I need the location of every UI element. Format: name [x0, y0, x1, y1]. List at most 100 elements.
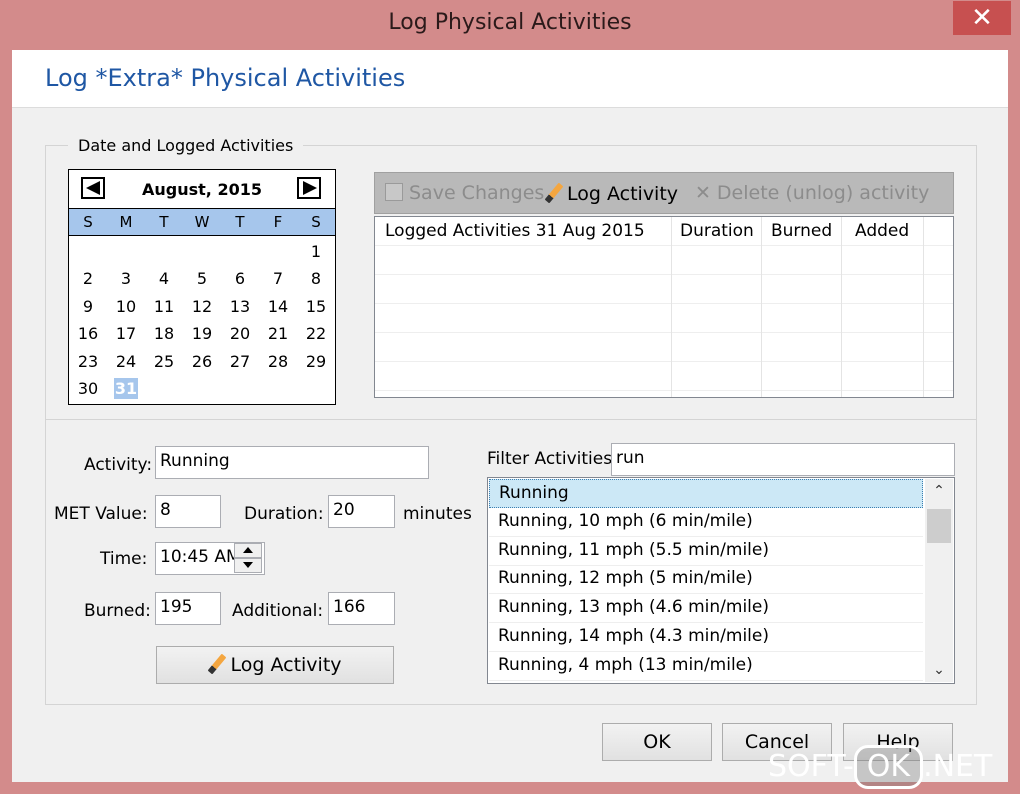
- column-header-duration[interactable]: Duration: [680, 221, 754, 241]
- scroll-up-icon[interactable]: ⌃: [925, 479, 953, 503]
- column-divider: [671, 217, 672, 397]
- previous-month-button[interactable]: [81, 177, 105, 199]
- additional-label: Additional:: [232, 601, 324, 621]
- next-month-button[interactable]: [297, 177, 321, 199]
- watermark-box: OK: [853, 745, 924, 789]
- weekday-header: S: [311, 213, 321, 231]
- month-calendar[interactable]: August, 2015 SMTWTFS 1 2 3 4 5 6 7 8 9 10 11 12 13 14…: [68, 169, 336, 405]
- log-activity-button-label: Log Activity: [230, 654, 342, 676]
- weekday-header: T: [159, 213, 169, 231]
- weekday-header: M: [119, 213, 133, 231]
- table-row: [375, 333, 953, 362]
- calendar-day[interactable]: 21: [259, 320, 297, 347]
- calendar-day[interactable]: 20: [221, 320, 259, 347]
- calendar-blank: [221, 238, 259, 265]
- delete-activity-button[interactable]: ✕ Delete (unlog) activity: [695, 182, 929, 204]
- list-item[interactable]: Running, 4 mph (13 min/mile): [489, 652, 923, 681]
- burned-label: Burned:: [84, 601, 151, 621]
- group-divider: [46, 419, 976, 420]
- met-value-field[interactable]: 8: [155, 495, 221, 528]
- group-legend: Date and Logged Activities: [68, 136, 304, 155]
- calendar-day[interactable]: 12: [183, 293, 221, 320]
- column-header-burned[interactable]: Burned: [771, 221, 832, 241]
- calendar-blank: [107, 238, 145, 265]
- calendar-day[interactable]: 11: [145, 293, 183, 320]
- duration-field[interactable]: 20: [328, 495, 395, 528]
- calendar-day[interactable]: 13: [221, 293, 259, 320]
- calendar-month-label[interactable]: August, 2015: [109, 180, 295, 199]
- calendar-day[interactable]: 26: [183, 348, 221, 375]
- list-item[interactable]: Running: [489, 479, 923, 508]
- calendar-day[interactable]: 17: [107, 320, 145, 347]
- list-item[interactable]: Running, 13 mph (4.6 min/mile): [489, 594, 923, 624]
- watermark-right: .NET: [923, 749, 993, 784]
- activities-toolbar: Save Changes Log Activity ✕ Delete (unlog…: [374, 172, 954, 214]
- calendar-day[interactable]: 7: [259, 265, 297, 292]
- calendar-day[interactable]: 8: [297, 265, 335, 292]
- watermark: SOFT- OK .NET: [768, 745, 1016, 791]
- calendar-day[interactable]: 25: [145, 348, 183, 375]
- calendar-day[interactable]: 18: [145, 320, 183, 347]
- calendar-day[interactable]: 28: [259, 348, 297, 375]
- page-title: Log *Extra* Physical Activities: [45, 64, 406, 92]
- title-bar[interactable]: Log Physical Activities ✕: [0, 0, 1020, 50]
- time-label: Time:: [100, 549, 148, 569]
- spin-down-icon[interactable]: [234, 558, 262, 573]
- toolbar-log-activity-button[interactable]: Log Activity: [544, 182, 678, 205]
- calendar-day[interactable]: 6: [221, 265, 259, 292]
- calendar-day[interactable]: 1: [297, 238, 335, 265]
- calendar-day[interactable]: 19: [183, 320, 221, 347]
- calendar-day[interactable]: 27: [221, 348, 259, 375]
- calendar-day[interactable]: 9: [69, 293, 107, 320]
- calendar-day[interactable]: 29: [297, 348, 335, 375]
- calendar-weekdays: SMTWTFS: [69, 208, 335, 236]
- column-divider: [841, 217, 842, 397]
- table-row: [375, 275, 953, 304]
- spin-up-icon[interactable]: [234, 543, 262, 558]
- activity-label: Activity:: [84, 455, 153, 475]
- ok-button[interactable]: OK: [602, 723, 712, 761]
- calendar-day[interactable]: 30: [69, 375, 107, 402]
- activities-list[interactable]: Running, 4 mph (13 min/mile) Running, 14 …: [487, 477, 955, 684]
- table-row: [375, 304, 953, 333]
- calendar-day[interactable]: 3: [107, 265, 145, 292]
- weekday-header: W: [194, 213, 210, 231]
- time-spinner[interactable]: [234, 543, 262, 573]
- list-item[interactable]: Running, 14 mph (4.3 min/mile): [489, 623, 923, 652]
- column-header-activity[interactable]: Logged Activities 31 Aug 2015: [385, 221, 645, 241]
- calendar-day[interactable]: 4: [145, 265, 183, 292]
- calendar-day[interactable]: 14: [259, 293, 297, 320]
- burned-field[interactable]: 195: [155, 592, 221, 625]
- list-item[interactable]: Running, 12 mph (5 min/mile): [489, 565, 923, 595]
- column-header-added[interactable]: Added: [855, 221, 909, 241]
- dialog-window: Log Physical Activities ✕ Log *Extra* Ph…: [0, 0, 1020, 794]
- header-band: Log *Extra* Physical Activities: [12, 50, 1008, 108]
- list-scrollbar[interactable]: ⌃ ⌄: [925, 479, 953, 682]
- calendar-day[interactable]: 10: [107, 293, 145, 320]
- filter-label: Filter Activities:: [487, 449, 618, 469]
- calendar-day[interactable]: 23: [69, 348, 107, 375]
- calendar-day[interactable]: 2: [69, 265, 107, 292]
- calendar-day[interactable]: 24: [107, 348, 145, 375]
- scroll-down-icon[interactable]: ⌄: [925, 658, 953, 682]
- calendar-day[interactable]: 5: [183, 265, 221, 292]
- logged-activities-table[interactable]: Logged Activities 31 Aug 2015 Duration B…: [374, 216, 954, 398]
- calendar-day[interactable]: 16: [69, 320, 107, 347]
- close-icon[interactable]: ✕: [953, 1, 1011, 35]
- weekday-header: F: [273, 213, 283, 231]
- save-changes-button[interactable]: Save Changes: [385, 182, 544, 204]
- calendar-blank: [145, 238, 183, 265]
- log-activity-button[interactable]: Log Activity: [156, 646, 394, 684]
- calendar-day[interactable]: 31: [114, 377, 138, 400]
- calendar-blank: [183, 238, 221, 265]
- additional-field[interactable]: 166: [328, 592, 395, 625]
- scroll-thumb[interactable]: [927, 509, 951, 543]
- list-item[interactable]: Running, 10 mph (6 min/mile): [489, 508, 923, 537]
- filter-input[interactable]: run: [611, 443, 955, 476]
- save-checkbox-icon: [385, 183, 403, 201]
- list-item[interactable]: Running, 11 mph (5.5 min/mile): [489, 537, 923, 566]
- calendar-day[interactable]: 22: [297, 320, 335, 347]
- met-value-label: MET Value:: [54, 504, 148, 524]
- calendar-day[interactable]: 15: [297, 293, 335, 320]
- activity-field[interactable]: Running: [155, 446, 429, 479]
